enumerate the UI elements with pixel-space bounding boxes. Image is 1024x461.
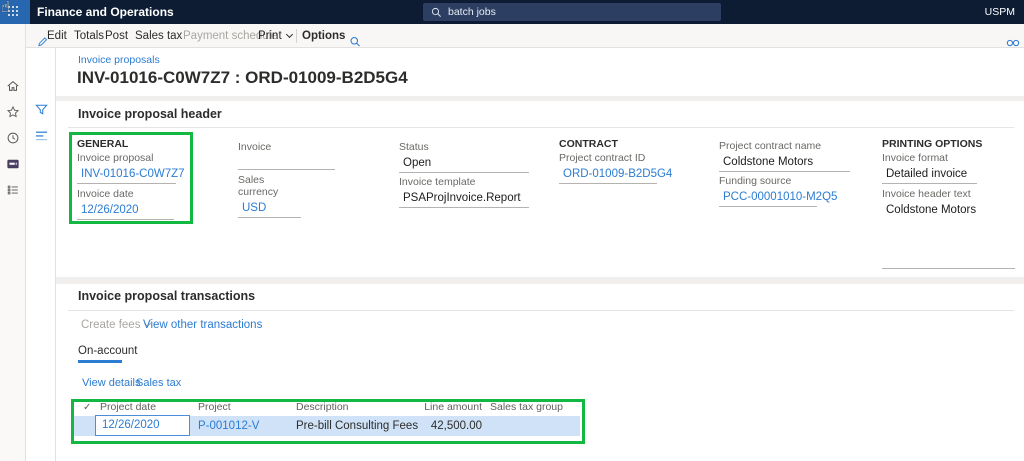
field-label: Status <box>399 141 529 153</box>
project-date-cell[interactable]: 12/26/2020 <box>95 415 190 436</box>
view-details-link[interactable]: View details <box>82 377 141 389</box>
active-tab-indicator <box>78 360 122 363</box>
field-label: Invoice header text <box>882 188 1015 200</box>
project-contract-id-link[interactable]: ORD-01009-B2D5G4 <box>559 167 657 184</box>
app-window: ☝ Finance and Operations batch jobs USPM… <box>0 0 1024 461</box>
filter-gutter <box>26 48 56 461</box>
field-label: Project contract name <box>719 140 850 152</box>
global-search-input[interactable]: batch jobs <box>423 3 721 21</box>
edit-button[interactable]: Edit <box>47 24 67 48</box>
view-other-transactions-link[interactable]: View other transactions <box>143 319 262 331</box>
field-sales-currency: Sales currency USD <box>238 174 301 218</box>
field-status: Status Open <box>399 141 529 173</box>
col-sales-tax-group[interactable]: Sales tax group <box>490 401 563 413</box>
invoice-input[interactable] <box>238 156 335 170</box>
field-invoice-date: Invoice date 12/26/2020 <box>77 188 174 220</box>
field-label: Invoice proposal <box>77 152 176 164</box>
nav-rail <box>0 24 26 461</box>
col-description[interactable]: Description <box>296 401 349 413</box>
field-invoice: Invoice <box>238 141 335 170</box>
line-amount-cell: 42,500.00 <box>400 420 482 432</box>
page-title: INV-01016-C0W7Z7 : ORD-01009-B2D5G4 <box>77 68 408 88</box>
breadcrumb[interactable]: Invoice proposals <box>78 54 160 66</box>
mouse-cursor-icon: ☝ <box>1 0 10 16</box>
field-project-contract-id: Project contract ID ORD-01009-B2D5G4 <box>559 152 657 184</box>
status-value: Open <box>399 156 529 173</box>
print-menu-button[interactable]: Print <box>258 24 292 48</box>
search-icon <box>431 7 442 18</box>
flyout-lines-icon[interactable] <box>34 129 49 141</box>
col-line-amount[interactable]: Line amount <box>400 401 482 413</box>
workspace-tile-icon[interactable] <box>6 157 20 171</box>
field-invoice-header-text: Invoice header text Coldstone Motors <box>882 188 1015 219</box>
invoice-proposal-link[interactable]: INV-01016-C0W7Z7 <box>77 167 176 184</box>
field-label: Invoice format <box>882 152 977 164</box>
filter-funnel-icon[interactable] <box>34 102 49 117</box>
invoice-date-input[interactable]: 12/26/2020 <box>77 203 174 220</box>
field-project-contract-name: Project contract name Coldstone Motors <box>719 140 850 172</box>
select-all-check-icon[interactable]: ✓ <box>83 402 91 413</box>
options-button[interactable]: Options <box>302 24 345 48</box>
totals-button[interactable]: Totals <box>74 24 104 48</box>
chevron-down-icon <box>286 31 293 38</box>
home-icon[interactable] <box>6 79 20 93</box>
group-general: GENERAL <box>77 138 128 150</box>
field-label: Invoice date <box>77 188 174 200</box>
app-launcher-button[interactable]: ☝ <box>0 0 30 24</box>
app-title: Finance and Operations <box>37 0 174 24</box>
col-project-date[interactable]: Project date <box>100 401 156 413</box>
field-label: Project contract ID <box>559 152 657 164</box>
invoice-template-input[interactable]: PSAProjInvoice.Report <box>399 191 529 208</box>
project-cell-link[interactable]: P-001012-V <box>198 420 259 432</box>
col-project[interactable]: Project <box>198 401 231 413</box>
section-divider <box>68 310 1014 311</box>
group-contract: CONTRACT <box>559 138 618 150</box>
toolbar-separator <box>296 29 297 43</box>
section-divider <box>68 127 1014 128</box>
field-invoice-proposal: Invoice proposal INV-01016-C0W7Z7 <box>77 152 176 184</box>
action-pane: Edit Totals Post Sales tax Payment sched… <box>26 24 1024 48</box>
header-section-title[interactable]: Invoice proposal header <box>78 107 222 121</box>
invoice-header-text-input[interactable]: Coldstone Motors <box>882 203 1015 219</box>
post-button[interactable]: Post <box>105 24 128 48</box>
invoice-format-input[interactable]: Detailed invoice <box>882 167 977 184</box>
invoice-header-text-underline <box>882 268 1015 269</box>
recent-clock-icon[interactable] <box>6 131 20 145</box>
sales-tax-button[interactable]: Sales tax <box>135 24 182 48</box>
sales-tax-link[interactable]: Sales tax <box>136 377 181 389</box>
company-badge[interactable]: USPM <box>985 0 1015 24</box>
field-label: Sales currency <box>238 174 301 198</box>
field-label: Invoice <box>238 141 335 153</box>
field-invoice-format: Invoice format Detailed invoice <box>882 152 977 184</box>
field-label: Funding source <box>719 175 817 187</box>
group-printing-options: PRINTING OPTIONS <box>882 138 982 150</box>
transactions-section-title[interactable]: Invoice proposal transactions <box>78 289 255 303</box>
search-text: batch jobs <box>448 6 496 18</box>
top-navbar: ☝ Finance and Operations batch jobs USPM <box>0 0 1024 24</box>
create-fees-button: Create fees <box>81 319 150 331</box>
field-invoice-template: Invoice template PSAProjInvoice.Report <box>399 176 529 208</box>
sales-currency-link[interactable]: USD <box>238 201 301 218</box>
funding-source-link[interactable]: PCC-00001010-M2Q5 <box>719 190 817 207</box>
tab-on-account[interactable]: On-account <box>78 345 137 357</box>
project-contract-name-input[interactable]: Coldstone Motors <box>719 155 850 172</box>
field-label: Invoice template <box>399 176 529 188</box>
field-funding-source: Funding source PCC-00001010-M2Q5 <box>719 175 817 207</box>
modules-list-icon[interactable] <box>6 183 20 197</box>
favorites-star-icon[interactable] <box>6 105 20 119</box>
